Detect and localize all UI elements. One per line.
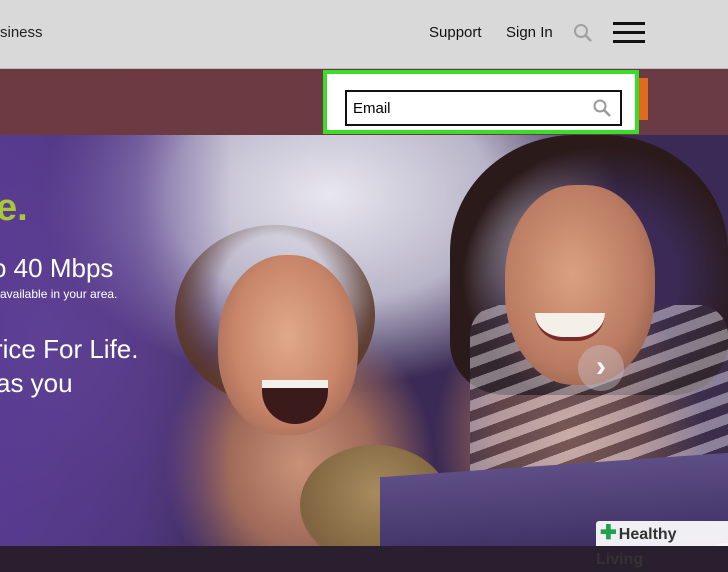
chevron-right-icon: › [596,350,606,383]
hero-speed-text: o 40 Mbps [0,253,114,283]
hero-price-text: rice For Life. [0,334,139,364]
hero-price-text-2: as you [0,368,73,398]
hero-headline: e. [0,187,28,229]
hero-availability-text: available in your area. [0,287,118,301]
search-icon[interactable] [572,22,594,44]
nav-support-link[interactable]: Support [429,24,482,41]
healthy-living-watermark: ✚ Healthy Living [596,521,728,568]
nav-business-link[interactable]: siness [0,24,43,41]
email-input[interactable] [353,98,583,118]
woman-face [505,185,655,385]
plus-icon: ✚ [600,522,617,544]
top-navigation-bar: siness Support Sign In [0,0,728,69]
hero-image: e. o 40 Mbps available in your area. ric… [0,135,728,546]
email-search-field[interactable] [345,90,622,126]
nav-signin-link[interactable]: Sign In [506,24,553,41]
search-icon[interactable] [592,98,612,118]
orange-tab [638,78,648,120]
carousel-next-button[interactable]: › [578,345,624,391]
hamburger-menu-icon[interactable] [613,22,645,44]
